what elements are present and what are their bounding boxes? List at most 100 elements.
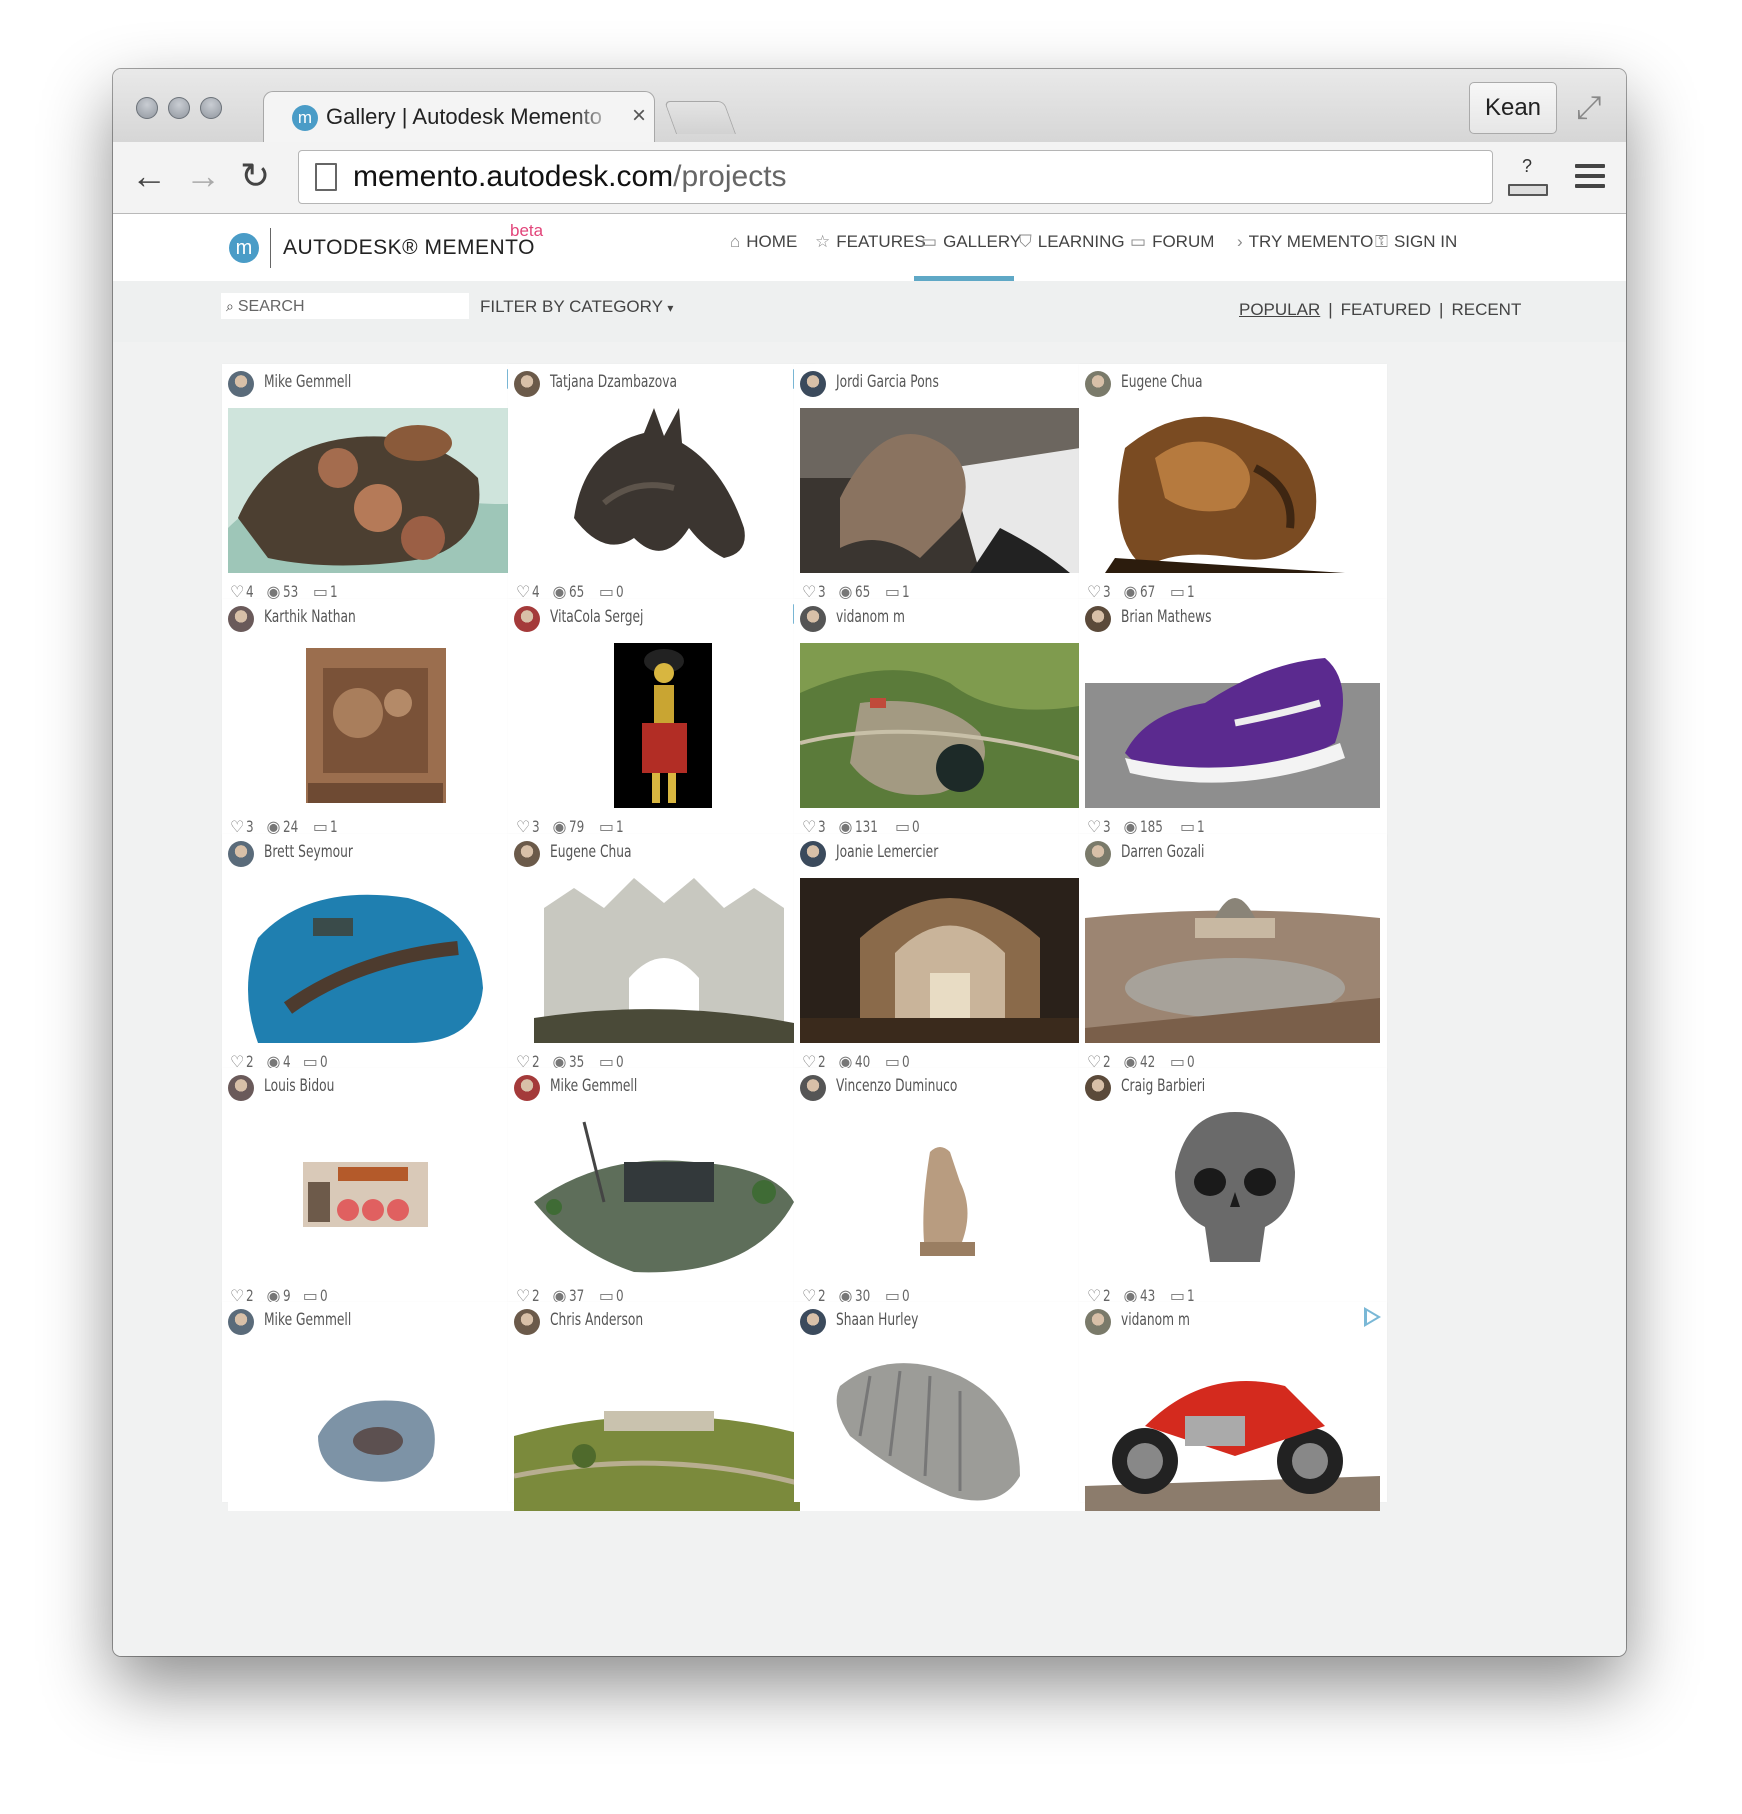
author-name[interactable]: Mike Gemmell bbox=[264, 372, 351, 392]
tab-close-icon[interactable]: × bbox=[632, 102, 646, 130]
author-name[interactable]: Brian Mathews bbox=[1121, 607, 1212, 627]
avatar[interactable] bbox=[228, 1309, 254, 1335]
gallery-card[interactable]: Chris Anderson bbox=[508, 1302, 816, 1511]
avatar[interactable] bbox=[1085, 1075, 1111, 1101]
author-name[interactable]: Shaan Hurley bbox=[836, 1310, 918, 1330]
gallery-card[interactable]: Brett Seymour ♡ 2 ◉ 4 ▭ 0 bbox=[222, 834, 530, 1082]
model-thumbnail[interactable] bbox=[228, 1112, 523, 1277]
model-thumbnail[interactable] bbox=[1085, 878, 1380, 1043]
model-thumbnail[interactable] bbox=[800, 643, 1095, 808]
model-thumbnail[interactable] bbox=[514, 878, 809, 1043]
gallery-card[interactable]: Eugene Chua ♡ 3 ◉ 67 ▭ 1 bbox=[1079, 364, 1387, 612]
gallery-card[interactable]: vidanom m bbox=[1079, 1302, 1387, 1511]
author-name[interactable]: VitaCola Sergej bbox=[550, 607, 643, 627]
model-thumbnail[interactable] bbox=[228, 878, 523, 1043]
gallery-card[interactable]: Karthik Nathan ♡ 3 ◉ 24 ▭ 1 bbox=[222, 599, 530, 847]
gallery-card[interactable]: VitaCola Sergej ♡ 3 ◉ 79 ▭ 1 bbox=[508, 599, 816, 847]
gallery-card[interactable]: Eugene Chua ♡ 2 ◉ 35 ▭ 0 bbox=[508, 834, 816, 1082]
author-name[interactable]: vidanom m bbox=[1121, 1310, 1190, 1330]
avatar[interactable] bbox=[800, 371, 826, 397]
avatar[interactable] bbox=[800, 1309, 826, 1335]
gallery-card[interactable]: Shaan Hurley bbox=[794, 1302, 1102, 1511]
avatar[interactable] bbox=[514, 1075, 540, 1101]
url-text[interactable]: memento.autodesk.com/projects bbox=[353, 160, 787, 194]
address-bar[interactable]: memento.autodesk.com/projects bbox=[298, 150, 1493, 204]
author-name[interactable]: Brett Seymour bbox=[264, 842, 353, 862]
model-thumbnail[interactable] bbox=[514, 643, 809, 808]
author-name[interactable]: Mike Gemmell bbox=[264, 1310, 351, 1330]
play-icon[interactable] bbox=[1364, 1307, 1381, 1327]
gallery-card[interactable]: Mike Gemmell bbox=[222, 1302, 530, 1511]
back-arrow-icon[interactable]: ← bbox=[131, 156, 167, 196]
avatar[interactable] bbox=[800, 1075, 826, 1101]
reload-icon[interactable]: ↻ bbox=[240, 156, 270, 196]
avatar[interactable] bbox=[228, 371, 254, 397]
avatar[interactable] bbox=[228, 606, 254, 632]
sort-popular-link[interactable]: POPULAR bbox=[1239, 300, 1320, 319]
model-thumbnail[interactable] bbox=[228, 1346, 523, 1511]
nav-gallery[interactable]: ▭ GALLERY bbox=[921, 232, 1021, 252]
nav-learning[interactable]: ⛉ LEARNING bbox=[1019, 232, 1125, 252]
nav-features[interactable]: ☆ FEATURES bbox=[815, 232, 926, 252]
model-thumbnail[interactable] bbox=[514, 1112, 809, 1277]
extension-icon[interactable]: ? bbox=[1508, 156, 1548, 196]
gallery-card[interactable]: Jordi Garcia Pons ♡ 3 ◉ 65 ▭ 1 bbox=[794, 364, 1102, 612]
zoom-window-button[interactable] bbox=[200, 97, 222, 119]
sort-recent-link[interactable]: RECENT bbox=[1451, 300, 1521, 319]
author-name[interactable]: Mike Gemmell bbox=[550, 1076, 637, 1096]
model-thumbnail[interactable] bbox=[1085, 643, 1380, 808]
gallery-card[interactable]: Mike Gemmell ♡ 4 ◉ 53 ▭ 1 bbox=[222, 364, 530, 612]
gallery-card[interactable]: Tatjana Dzambazova ♡ 4 ◉ 65 ▭ 0 bbox=[508, 364, 816, 612]
model-thumbnail[interactable] bbox=[800, 878, 1095, 1043]
author-name[interactable]: Vincenzo Duminuco bbox=[836, 1076, 957, 1096]
nav-try-memento[interactable]: › TRY MEMENTO bbox=[1237, 232, 1373, 252]
avatar[interactable] bbox=[228, 841, 254, 867]
model-thumbnail[interactable] bbox=[800, 1112, 1095, 1277]
search-input[interactable]: ⌕ SEARCH bbox=[221, 293, 469, 319]
author-name[interactable]: Tatjana Dzambazova bbox=[550, 372, 677, 392]
avatar[interactable] bbox=[1085, 1309, 1111, 1335]
avatar[interactable] bbox=[514, 606, 540, 632]
model-thumbnail[interactable] bbox=[1085, 1346, 1380, 1511]
gallery-card[interactable]: Brian Mathews ♡ 3 ◉ 185 ▭ 1 bbox=[1079, 599, 1387, 847]
new-tab-button[interactable] bbox=[663, 101, 737, 134]
avatar[interactable] bbox=[514, 1309, 540, 1335]
avatar[interactable] bbox=[1085, 371, 1111, 397]
gallery-card[interactable]: Joanie Lemercier ♡ 2 ◉ 40 ▭ 0 bbox=[794, 834, 1102, 1082]
author-name[interactable]: Jordi Garcia Pons bbox=[836, 372, 939, 392]
minimize-window-button[interactable] bbox=[168, 97, 190, 119]
author-name[interactable]: Louis Bidou bbox=[264, 1076, 334, 1096]
avatar[interactable] bbox=[800, 841, 826, 867]
author-name[interactable]: vidanom m bbox=[836, 607, 905, 627]
author-name[interactable]: Craig Barbieri bbox=[1121, 1076, 1205, 1096]
gallery-card[interactable]: Darren Gozali ♡ 2 ◉ 42 ▭ 0 bbox=[1079, 834, 1387, 1082]
sort-featured-link[interactable]: FEATURED bbox=[1341, 300, 1431, 319]
hamburger-menu-icon[interactable] bbox=[1575, 164, 1605, 194]
nav-sign-in[interactable]: ⚿ SIGN IN bbox=[1375, 232, 1457, 252]
model-thumbnail[interactable] bbox=[514, 1346, 809, 1511]
profile-button[interactable]: Kean bbox=[1469, 82, 1557, 134]
gallery-card[interactable]: Mike Gemmell ♡ 2 ◉ 37 ▭ 0 bbox=[508, 1068, 816, 1316]
model-thumbnail[interactable] bbox=[514, 408, 809, 573]
gallery-card[interactable]: Craig Barbieri ♡ 2 ◉ 43 ▭ 1 bbox=[1079, 1068, 1387, 1316]
author-name[interactable]: Eugene Chua bbox=[1121, 372, 1203, 392]
browser-tab[interactable]: m Gallery | Autodesk Memento × bbox=[263, 91, 655, 144]
fullscreen-icon[interactable]: ⤢ bbox=[1576, 89, 1602, 127]
close-window-button[interactable] bbox=[136, 97, 158, 119]
filter-by-category-dropdown[interactable]: FILTER BY CATEGORY ▾ bbox=[480, 297, 673, 317]
nav-forum[interactable]: ▭ FORUM bbox=[1130, 232, 1214, 252]
nav-home[interactable]: ⌂ HOME bbox=[730, 232, 797, 252]
model-thumbnail[interactable] bbox=[800, 1346, 1095, 1511]
author-name[interactable]: Eugene Chua bbox=[550, 842, 632, 862]
gallery-card[interactable]: Louis Bidou ♡ 2 ◉ 9 ▭ 0 bbox=[222, 1068, 530, 1316]
author-name[interactable]: Darren Gozali bbox=[1121, 842, 1204, 862]
avatar[interactable] bbox=[800, 606, 826, 632]
forward-arrow-icon[interactable]: → bbox=[185, 156, 221, 196]
avatar[interactable] bbox=[1085, 841, 1111, 867]
model-thumbnail[interactable] bbox=[1085, 1112, 1380, 1277]
model-thumbnail[interactable] bbox=[228, 408, 523, 573]
avatar[interactable] bbox=[514, 371, 540, 397]
avatar[interactable] bbox=[228, 1075, 254, 1101]
gallery-card[interactable]: Vincenzo Duminuco ♡ 2 ◉ 30 ▭ 0 bbox=[794, 1068, 1102, 1316]
avatar[interactable] bbox=[1085, 606, 1111, 632]
